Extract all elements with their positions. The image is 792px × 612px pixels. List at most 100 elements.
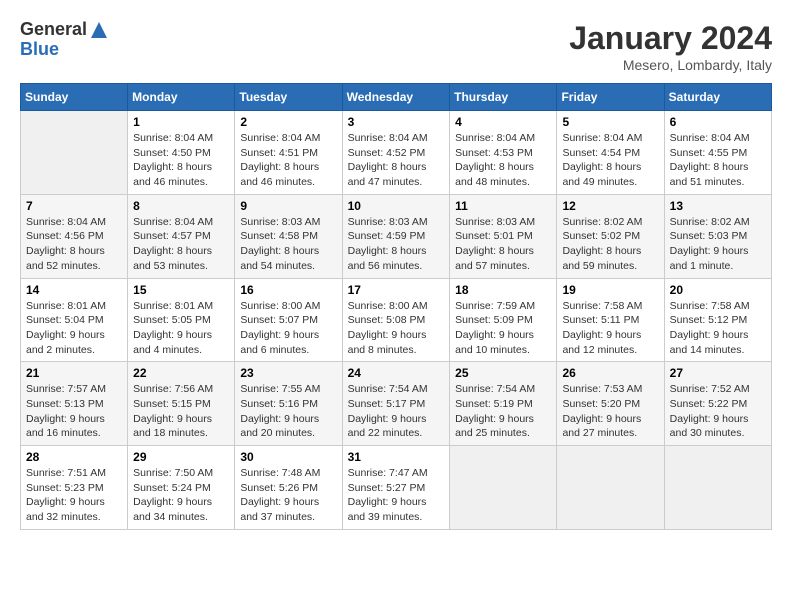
day-number: 5 — [562, 115, 658, 129]
calendar-cell: 14 Sunrise: 8:01 AMSunset: 5:04 PMDayligh… — [21, 278, 128, 362]
calendar-cell: 13 Sunrise: 8:02 AMSunset: 5:03 PMDayligh… — [664, 194, 771, 278]
day-info: Sunrise: 8:04 AMSunset: 4:51 PMDaylight:… — [240, 131, 336, 190]
day-number: 12 — [562, 199, 658, 213]
calendar-cell: 7Sunrise: 8:04 AMSunset: 4:56 PMDaylight… — [21, 194, 128, 278]
calendar-cell: 4 Sunrise: 8:04 AMSunset: 4:53 PMDaylight… — [450, 111, 557, 195]
day-info: Sunrise: 7:54 AMSunset: 5:19 PMDaylight:… — [455, 382, 551, 441]
calendar-cell: 25 Sunrise: 7:54 AMSunset: 5:19 PMDayligh… — [450, 362, 557, 446]
logo-general-text: General — [20, 20, 87, 40]
day-info: Sunrise: 7:56 AMSunset: 5:15 PMDaylight:… — [133, 382, 229, 441]
day-info: Sunrise: 8:03 AMSunset: 4:59 PMDaylight:… — [348, 215, 445, 274]
header-tuesday: Tuesday — [235, 84, 342, 111]
calendar-cell: 2 Sunrise: 8:04 AMSunset: 4:51 PMDaylight… — [235, 111, 342, 195]
calendar-cell: 31 Sunrise: 7:47 AMSunset: 5:27 PMDayligh… — [342, 446, 450, 530]
calendar-cell: 1 Sunrise: 8:04 AMSunset: 4:50 PMDaylight… — [128, 111, 235, 195]
day-info: Sunrise: 7:59 AMSunset: 5:09 PMDaylight:… — [455, 299, 551, 358]
calendar-cell: 28 Sunrise: 7:51 AMSunset: 5:23 PMDayligh… — [21, 446, 128, 530]
day-number: 10 — [348, 199, 445, 213]
day-info: Sunrise: 8:00 AMSunset: 5:07 PMDaylight:… — [240, 299, 336, 358]
calendar-cell: 29 Sunrise: 7:50 AMSunset: 5:24 PMDayligh… — [128, 446, 235, 530]
calendar-subtitle: Mesero, Lombardy, Italy — [569, 57, 772, 73]
calendar-cell: 22 Sunrise: 7:56 AMSunset: 5:15 PMDayligh… — [128, 362, 235, 446]
day-number: 26 — [562, 366, 658, 380]
calendar-cell: 24Sunrise: 7:54 AMSunset: 5:17 PMDayligh… — [342, 362, 450, 446]
day-number: 30 — [240, 450, 336, 464]
day-number: 9 — [240, 199, 336, 213]
day-info: Sunrise: 7:58 AMSunset: 5:11 PMDaylight:… — [562, 299, 658, 358]
calendar-cell: 15Sunrise: 8:01 AMSunset: 5:05 PMDayligh… — [128, 278, 235, 362]
day-info: Sunrise: 7:48 AMSunset: 5:26 PMDaylight:… — [240, 466, 336, 525]
day-number: 19 — [562, 283, 658, 297]
calendar-cell: 17Sunrise: 8:00 AMSunset: 5:08 PMDayligh… — [342, 278, 450, 362]
calendar-table: SundayMondayTuesdayWednesdayThursdayFrid… — [20, 83, 772, 530]
calendar-cell: 8Sunrise: 8:04 AMSunset: 4:57 PMDaylight… — [128, 194, 235, 278]
day-number: 1 — [133, 115, 229, 129]
header-monday: Monday — [128, 84, 235, 111]
week-row-3: 14 Sunrise: 8:01 AMSunset: 5:04 PMDayligh… — [21, 278, 772, 362]
day-number: 14 — [26, 283, 122, 297]
day-info: Sunrise: 7:55 AMSunset: 5:16 PMDaylight:… — [240, 382, 336, 441]
header-sunday: Sunday — [21, 84, 128, 111]
day-number: 13 — [670, 199, 766, 213]
day-number: 23 — [240, 366, 336, 380]
calendar-cell: 27 Sunrise: 7:52 AMSunset: 5:22 PMDayligh… — [664, 362, 771, 446]
calendar-cell: 9 Sunrise: 8:03 AMSunset: 4:58 PMDaylight… — [235, 194, 342, 278]
day-number: 15 — [133, 283, 229, 297]
week-row-1: 1 Sunrise: 8:04 AMSunset: 4:50 PMDaylight… — [21, 111, 772, 195]
day-number: 22 — [133, 366, 229, 380]
day-number: 21 — [26, 366, 122, 380]
day-info: Sunrise: 8:04 AMSunset: 4:56 PMDaylight:… — [26, 215, 122, 274]
day-info: Sunrise: 8:04 AMSunset: 4:57 PMDaylight:… — [133, 215, 229, 274]
calendar-cell: 23 Sunrise: 7:55 AMSunset: 5:16 PMDayligh… — [235, 362, 342, 446]
calendar-cell: 11Sunrise: 8:03 AMSunset: 5:01 PMDayligh… — [450, 194, 557, 278]
day-info: Sunrise: 7:47 AMSunset: 5:27 PMDaylight:… — [348, 466, 445, 525]
day-number: 31 — [348, 450, 445, 464]
day-info: Sunrise: 7:51 AMSunset: 5:23 PMDaylight:… — [26, 466, 122, 525]
day-info: Sunrise: 8:02 AMSunset: 5:03 PMDaylight:… — [670, 215, 766, 274]
day-number: 28 — [26, 450, 122, 464]
day-number: 25 — [455, 366, 551, 380]
day-number: 6 — [670, 115, 766, 129]
day-number: 16 — [240, 283, 336, 297]
calendar-cell — [664, 446, 771, 530]
day-info: Sunrise: 8:04 AMSunset: 4:53 PMDaylight:… — [455, 131, 551, 190]
calendar-cell: 16 Sunrise: 8:00 AMSunset: 5:07 PMDayligh… — [235, 278, 342, 362]
day-number: 18 — [455, 283, 551, 297]
header-saturday: Saturday — [664, 84, 771, 111]
day-info: Sunrise: 7:50 AMSunset: 5:24 PMDaylight:… — [133, 466, 229, 525]
day-info: Sunrise: 8:04 AMSunset: 4:55 PMDaylight:… — [670, 131, 766, 190]
day-info: Sunrise: 8:03 AMSunset: 5:01 PMDaylight:… — [455, 215, 551, 274]
day-info: Sunrise: 7:52 AMSunset: 5:22 PMDaylight:… — [670, 382, 766, 441]
page-header: General Blue January 2024 Mesero, Lombar… — [20, 20, 772, 73]
day-info: Sunrise: 8:02 AMSunset: 5:02 PMDaylight:… — [562, 215, 658, 274]
day-info: Sunrise: 7:53 AMSunset: 5:20 PMDaylight:… — [562, 382, 658, 441]
day-info: Sunrise: 8:03 AMSunset: 4:58 PMDaylight:… — [240, 215, 336, 274]
day-number: 17 — [348, 283, 445, 297]
day-number: 27 — [670, 366, 766, 380]
day-info: Sunrise: 7:58 AMSunset: 5:12 PMDaylight:… — [670, 299, 766, 358]
calendar-cell: 10 Sunrise: 8:03 AMSunset: 4:59 PMDayligh… — [342, 194, 450, 278]
week-row-5: 28 Sunrise: 7:51 AMSunset: 5:23 PMDayligh… — [21, 446, 772, 530]
day-number: 20 — [670, 283, 766, 297]
day-info: Sunrise: 8:01 AMSunset: 5:04 PMDaylight:… — [26, 299, 122, 358]
calendar-cell: 26 Sunrise: 7:53 AMSunset: 5:20 PMDayligh… — [557, 362, 664, 446]
logo-blue-text: Blue — [20, 40, 109, 60]
logo-icon — [89, 20, 109, 40]
calendar-cell: 18 Sunrise: 7:59 AMSunset: 5:09 PMDayligh… — [450, 278, 557, 362]
header-friday: Friday — [557, 84, 664, 111]
logo: General Blue — [20, 20, 109, 60]
calendar-cell — [21, 111, 128, 195]
title-block: January 2024 Mesero, Lombardy, Italy — [569, 20, 772, 73]
calendar-cell: 21 Sunrise: 7:57 AMSunset: 5:13 PMDayligh… — [21, 362, 128, 446]
week-row-4: 21 Sunrise: 7:57 AMSunset: 5:13 PMDayligh… — [21, 362, 772, 446]
day-number: 29 — [133, 450, 229, 464]
day-number: 4 — [455, 115, 551, 129]
day-info: Sunrise: 8:04 AMSunset: 4:50 PMDaylight:… — [133, 131, 229, 190]
day-number: 2 — [240, 115, 336, 129]
calendar-cell — [450, 446, 557, 530]
header-wednesday: Wednesday — [342, 84, 450, 111]
header-row: SundayMondayTuesdayWednesdayThursdayFrid… — [21, 84, 772, 111]
day-info: Sunrise: 7:57 AMSunset: 5:13 PMDaylight:… — [26, 382, 122, 441]
day-info: Sunrise: 7:54 AMSunset: 5:17 PMDaylight:… — [348, 382, 445, 441]
week-row-2: 7Sunrise: 8:04 AMSunset: 4:56 PMDaylight… — [21, 194, 772, 278]
